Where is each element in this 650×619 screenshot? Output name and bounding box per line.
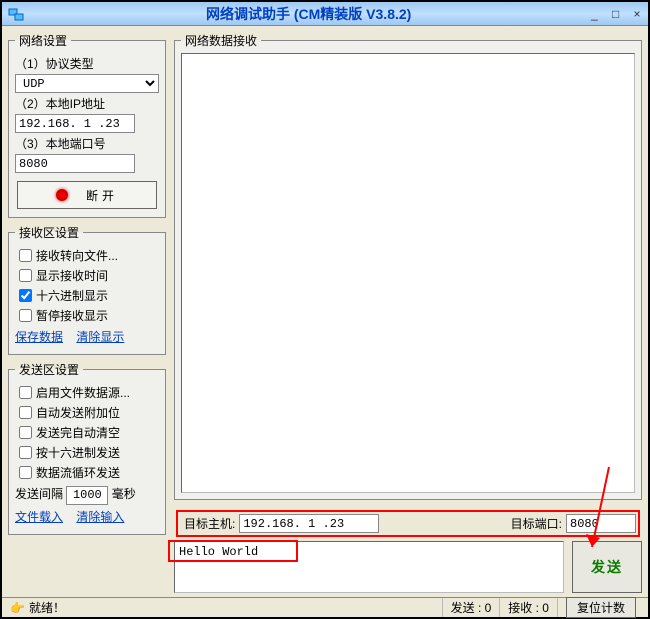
local-ip-label: （2）本地IP地址 bbox=[15, 95, 159, 112]
clear-after-checkbox[interactable] bbox=[19, 426, 32, 439]
auto-extra-checkbox[interactable] bbox=[19, 406, 32, 419]
annotation-box bbox=[168, 540, 298, 562]
recv-settings-group: 接收区设置 接收转向文件... 显示接收时间 十六进制显示 暂停接收显示 保存数… bbox=[8, 224, 166, 355]
pause-recv-checkbox[interactable] bbox=[19, 309, 32, 322]
interval-label-post: 毫秒 bbox=[112, 487, 136, 501]
network-settings-legend: 网络设置 bbox=[15, 32, 71, 49]
close-button[interactable]: × bbox=[630, 7, 644, 21]
disconnect-button[interactable]: 断开 bbox=[17, 181, 157, 209]
clear-after-label: 发送完自动清空 bbox=[36, 424, 120, 441]
title-bar: 网络调试助手 (CM精装版 V3.8.2) _ □ × bbox=[2, 2, 648, 26]
app-icon bbox=[6, 4, 26, 24]
show-time-label: 显示接收时间 bbox=[36, 267, 108, 284]
recv-textarea[interactable] bbox=[181, 53, 635, 493]
hex-display-label: 十六进制显示 bbox=[36, 287, 108, 304]
auto-extra-label: 自动发送附加位 bbox=[36, 404, 120, 421]
disconnect-label: 断开 bbox=[86, 187, 118, 204]
send-area: Hello World 发送 bbox=[174, 541, 642, 593]
sent-count: 发送 : 0 bbox=[442, 598, 500, 617]
network-settings-group: 网络设置 （1）协议类型 UDP （2）本地IP地址 （3）本地端口号 断开 bbox=[8, 32, 166, 218]
minimize-button[interactable]: _ bbox=[587, 7, 601, 21]
interval-input[interactable] bbox=[66, 486, 108, 505]
send-settings-group: 发送区设置 启用文件数据源... 自动发送附加位 发送完自动清空 按十六进制发送… bbox=[8, 361, 166, 535]
ready-icon: 👉 bbox=[10, 601, 25, 615]
clear-display-link[interactable]: 清除显示 bbox=[76, 330, 124, 344]
send-button[interactable]: 发送 bbox=[572, 541, 642, 593]
reset-count-button[interactable]: 复位计数 bbox=[566, 597, 636, 618]
hex-display-checkbox[interactable] bbox=[19, 289, 32, 302]
recv-data-group: 网络数据接收 bbox=[174, 32, 642, 500]
recv-to-file-checkbox[interactable] bbox=[19, 249, 32, 262]
send-settings-legend: 发送区设置 bbox=[15, 361, 83, 378]
local-port-label: （3）本地端口号 bbox=[15, 135, 159, 152]
dest-port-label: 目标端口: bbox=[511, 515, 562, 532]
save-data-link[interactable]: 保存数据 bbox=[15, 330, 63, 344]
recv-count: 接收 : 0 bbox=[499, 598, 557, 617]
dest-host-input[interactable] bbox=[239, 514, 379, 533]
interval-label-pre: 发送间隔 bbox=[15, 487, 63, 501]
local-port-input[interactable] bbox=[15, 154, 135, 173]
window-title: 网络调试助手 (CM精装版 V3.8.2) bbox=[30, 4, 587, 24]
ready-label: 就绪！ bbox=[29, 599, 65, 616]
file-source-checkbox[interactable] bbox=[19, 386, 32, 399]
pause-recv-label: 暂停接收显示 bbox=[36, 307, 108, 324]
app-window: 网络调试助手 (CM精装版 V3.8.2) _ □ × 网络设置 （1）协议类型… bbox=[0, 0, 650, 619]
clear-input-link[interactable]: 清除输入 bbox=[76, 510, 124, 524]
hex-send-label: 按十六进制发送 bbox=[36, 444, 120, 461]
dest-host-label: 目标主机: bbox=[184, 515, 235, 532]
hex-send-checkbox[interactable] bbox=[19, 446, 32, 459]
loop-send-label: 数据流循环发送 bbox=[36, 464, 120, 481]
loop-send-checkbox[interactable] bbox=[19, 466, 32, 479]
recv-to-file-label: 接收转向文件... bbox=[36, 247, 118, 264]
status-bar: 👉 就绪！ 发送 : 0 接收 : 0 复位计数 bbox=[2, 597, 648, 617]
dest-port-input[interactable] bbox=[566, 514, 636, 533]
show-time-checkbox[interactable] bbox=[19, 269, 32, 282]
window-buttons: _ □ × bbox=[587, 7, 648, 21]
maximize-button[interactable]: □ bbox=[609, 7, 623, 21]
status-led-icon bbox=[56, 189, 68, 201]
recv-data-legend: 网络数据接收 bbox=[181, 32, 261, 49]
recv-settings-legend: 接收区设置 bbox=[15, 224, 83, 241]
file-source-label: 启用文件数据源... bbox=[36, 384, 130, 401]
protocol-select[interactable]: UDP bbox=[15, 74, 159, 93]
local-ip-input[interactable] bbox=[15, 114, 135, 133]
load-file-link[interactable]: 文件载入 bbox=[15, 510, 63, 524]
protocol-label: （1）协议类型 bbox=[15, 55, 159, 72]
dest-row: 目标主机: 目标端口: bbox=[174, 506, 642, 541]
